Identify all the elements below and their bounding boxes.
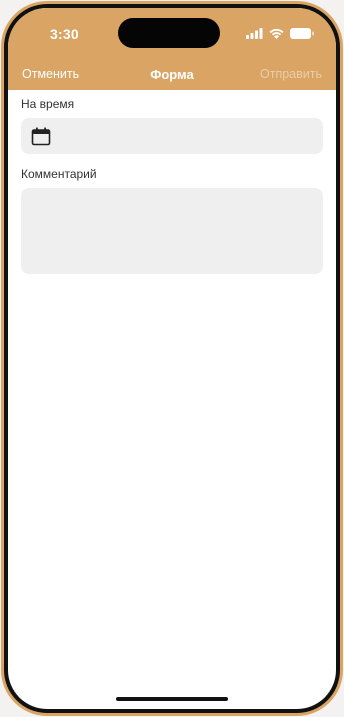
status-time: 3:30 [50, 26, 79, 42]
comment-field-label: Комментарий [21, 167, 97, 181]
comment-field[interactable] [21, 188, 323, 274]
status-icons [246, 28, 314, 39]
home-indicator[interactable] [116, 697, 228, 701]
calendar-icon [31, 127, 51, 145]
wifi-icon [269, 28, 284, 39]
submit-button[interactable]: Отправить [260, 67, 322, 81]
app-screen: 3:30 Отменить Форма Отправить На время К… [8, 8, 336, 709]
form: На время Комментарий [21, 90, 323, 279]
date-field[interactable] [21, 118, 323, 154]
phone-frame: 3:30 Отменить Форма Отправить На время К… [1, 1, 343, 716]
battery-icon [290, 28, 314, 39]
cancel-button[interactable]: Отменить [22, 67, 79, 81]
date-field-label: На время [21, 97, 75, 111]
phone-bezel: 3:30 Отменить Форма Отправить На время К… [4, 4, 340, 713]
dynamic-island [118, 18, 220, 48]
signal-icon [246, 28, 263, 39]
navigation-bar: Отменить Форма Отправить [8, 60, 336, 90]
status-bar: 3:30 [8, 8, 336, 60]
